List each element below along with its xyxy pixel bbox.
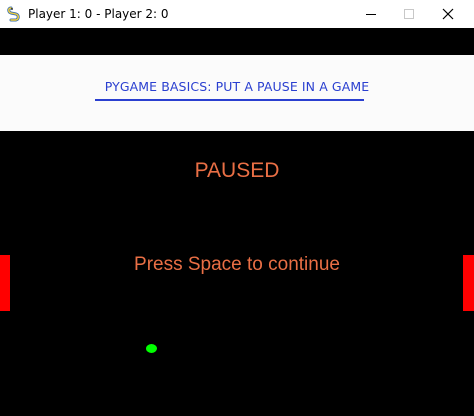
game-window: Player 1: 0 - Player 2: 0 PYGAME BASICS:…	[0, 0, 474, 416]
banner: PYGAME BASICS: PUT A PAUSE IN A GAME	[0, 55, 474, 131]
title-bar[interactable]: Player 1: 0 - Player 2: 0	[0, 0, 474, 28]
top-strip	[0, 28, 474, 55]
game-canvas[interactable]: PAUSED Press Space to continue	[0, 131, 474, 416]
continue-hint: Press Space to continue	[134, 254, 340, 275]
maximize-icon	[404, 9, 414, 19]
maximize-button[interactable]	[390, 0, 428, 28]
ball	[146, 344, 157, 353]
right-paddle	[463, 255, 474, 311]
close-button[interactable]	[429, 0, 467, 28]
pygame-snake-icon	[7, 6, 23, 22]
minimize-button[interactable]	[352, 0, 390, 28]
minimize-icon	[366, 14, 376, 15]
banner-underline	[95, 99, 364, 101]
left-paddle	[0, 255, 10, 311]
window-title: Player 1: 0 - Player 2: 0	[28, 7, 169, 21]
banner-title: PYGAME BASICS: PUT A PAUSE IN A GAME	[104, 79, 370, 94]
close-icon	[442, 8, 454, 20]
paused-label: PAUSED	[194, 159, 280, 182]
